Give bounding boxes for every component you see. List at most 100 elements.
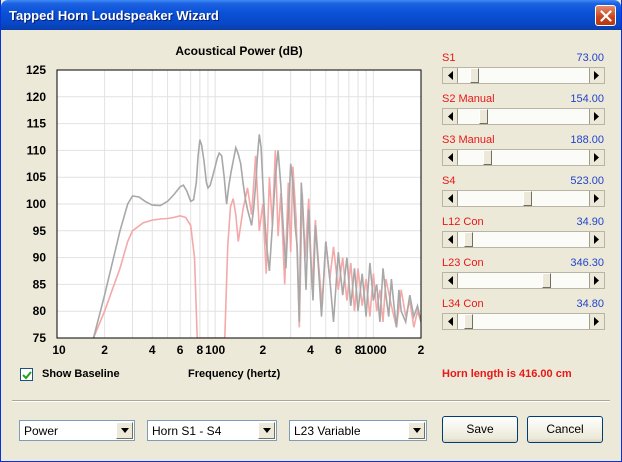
y-tick-label: 80 xyxy=(33,304,47,318)
slider-label: S1 xyxy=(442,52,456,64)
x-tick-label: 100 xyxy=(205,343,225,357)
power-plot: 758085909510010511011512012510 2 4 6 8 100 2 4 6… xyxy=(26,63,425,357)
slider-left-arrow[interactable] xyxy=(443,232,458,247)
mode-combo[interactable]: Power xyxy=(19,420,135,441)
x-tick-label: 4 xyxy=(307,343,314,357)
power-chart: Acoustical Power (dB) 75 80 85 90 95 100 105 11… xyxy=(1,34,441,364)
slider-label: S4 xyxy=(442,175,456,187)
x-axis-label: Frequency (hertz) xyxy=(188,368,281,380)
slider-thumb[interactable] xyxy=(470,68,479,83)
slider-left-arrow[interactable] xyxy=(443,150,458,165)
x-tick-label: 8 xyxy=(197,343,204,357)
slider-scrollbar[interactable] xyxy=(442,231,605,248)
slider-thumb[interactable] xyxy=(479,109,488,124)
slider-thumb[interactable] xyxy=(464,232,473,247)
slider-right-arrow[interactable] xyxy=(589,109,604,124)
x-tick-label: 2 xyxy=(101,343,108,357)
arrow-right-icon xyxy=(594,194,599,203)
slider-scrollbar[interactable] xyxy=(442,313,605,330)
variable-combo[interactable]: L23 Variable xyxy=(289,420,427,441)
cancel-button[interactable]: Cancel xyxy=(527,416,603,443)
window-title: Tapped Horn Loudspeaker Wizard xyxy=(9,8,219,23)
horn-length-status: Horn length is 416.00 cm xyxy=(442,368,572,380)
y-tick-label: 90 xyxy=(33,251,47,265)
variable-combo-dropdown[interactable] xyxy=(408,422,425,439)
slider-row: L34 Con 34.80 xyxy=(442,298,606,339)
checkmark-icon xyxy=(22,371,32,380)
slider-thumb[interactable] xyxy=(542,273,551,288)
arrow-left-icon xyxy=(448,71,453,80)
variable-combo-value: L23 Variable xyxy=(294,424,361,438)
slider-thumb[interactable] xyxy=(483,150,492,165)
arrow-left-icon xyxy=(448,112,453,121)
slider-scrollbar[interactable] xyxy=(442,272,605,289)
chevron-down-icon xyxy=(413,428,421,433)
slider-scrollbar[interactable] xyxy=(442,108,605,125)
slider-row: S4 523.00 xyxy=(442,175,606,216)
close-button[interactable] xyxy=(595,5,616,26)
slider-right-arrow[interactable] xyxy=(589,68,604,83)
slider-left-arrow[interactable] xyxy=(443,273,458,288)
slider-left-arrow[interactable] xyxy=(443,68,458,83)
slider-right-arrow[interactable] xyxy=(589,273,604,288)
slider-thumb[interactable] xyxy=(464,314,473,329)
title-bar[interactable]: Tapped Horn Loudspeaker Wizard xyxy=(1,0,621,30)
slider-scrollbar[interactable] xyxy=(442,190,605,207)
slider-right-arrow[interactable] xyxy=(589,150,604,165)
y-tick-label: 100 xyxy=(26,197,46,211)
slider-row: S3 Manual 188.00 xyxy=(442,134,606,175)
slider-left-arrow[interactable] xyxy=(443,191,458,206)
arrow-left-icon xyxy=(448,317,453,326)
slider-right-arrow[interactable] xyxy=(589,314,604,329)
show-baseline-checkbox[interactable] xyxy=(20,368,33,381)
x-tick-label: 2 xyxy=(259,343,266,357)
horn-combo-dropdown[interactable] xyxy=(258,422,275,439)
y-tick-label: 110 xyxy=(27,143,47,157)
slider-value: 346.30 xyxy=(570,257,604,269)
slider-value: 34.90 xyxy=(576,216,604,228)
x-tick-label: 1000 xyxy=(360,343,387,357)
arrow-left-icon xyxy=(448,235,453,244)
horn-combo[interactable]: Horn S1 - S4 xyxy=(147,420,277,441)
arrow-left-icon xyxy=(448,153,453,162)
slider-value: 188.00 xyxy=(570,134,604,146)
slider-label: S3 Manual xyxy=(442,134,495,146)
x-tick-label: 10 xyxy=(52,343,66,357)
arrow-right-icon xyxy=(594,153,599,162)
slider-value: 34.80 xyxy=(576,298,604,310)
x-tick-label: 6 xyxy=(177,343,184,357)
separator xyxy=(12,400,610,402)
chevron-down-icon xyxy=(121,428,129,433)
slider-row: S2 Manual 154.00 xyxy=(442,93,606,134)
slider-left-arrow[interactable] xyxy=(443,314,458,329)
slider-scrollbar[interactable] xyxy=(442,67,605,84)
slider-row: S1 73.00 xyxy=(442,52,606,93)
slider-value: 523.00 xyxy=(570,175,604,187)
x-tick-label: 6 xyxy=(335,343,342,357)
y-tick-label: 85 xyxy=(33,277,47,291)
slider-thumb[interactable] xyxy=(523,191,532,206)
arrow-left-icon xyxy=(448,276,453,285)
slider-scrollbar[interactable] xyxy=(442,149,605,166)
slider-value: 154.00 xyxy=(570,93,604,105)
horn-combo-value: Horn S1 - S4 xyxy=(152,424,222,438)
slider-right-arrow[interactable] xyxy=(589,232,604,247)
x-tick-label: 2 xyxy=(418,343,425,357)
y-tick-label: 95 xyxy=(33,224,47,238)
slider-right-arrow[interactable] xyxy=(589,191,604,206)
y-tick-label: 115 xyxy=(27,117,47,131)
arrow-right-icon xyxy=(594,112,599,121)
arrow-right-icon xyxy=(594,235,599,244)
slider-label: L34 Con xyxy=(442,298,484,310)
y-tick-label: 105 xyxy=(26,170,46,184)
arrow-right-icon xyxy=(594,317,599,326)
slider-label: S2 Manual xyxy=(442,93,495,105)
save-button[interactable]: Save xyxy=(442,416,518,443)
arrow-right-icon xyxy=(594,71,599,80)
wizard-window: Tapped Horn Loudspeaker Wizard Acoustica… xyxy=(0,0,622,462)
y-tick-label: 75 xyxy=(33,331,47,345)
arrow-left-icon xyxy=(448,194,453,203)
mode-combo-value: Power xyxy=(24,424,59,438)
mode-combo-dropdown[interactable] xyxy=(116,422,133,439)
slider-left-arrow[interactable] xyxy=(443,109,458,124)
